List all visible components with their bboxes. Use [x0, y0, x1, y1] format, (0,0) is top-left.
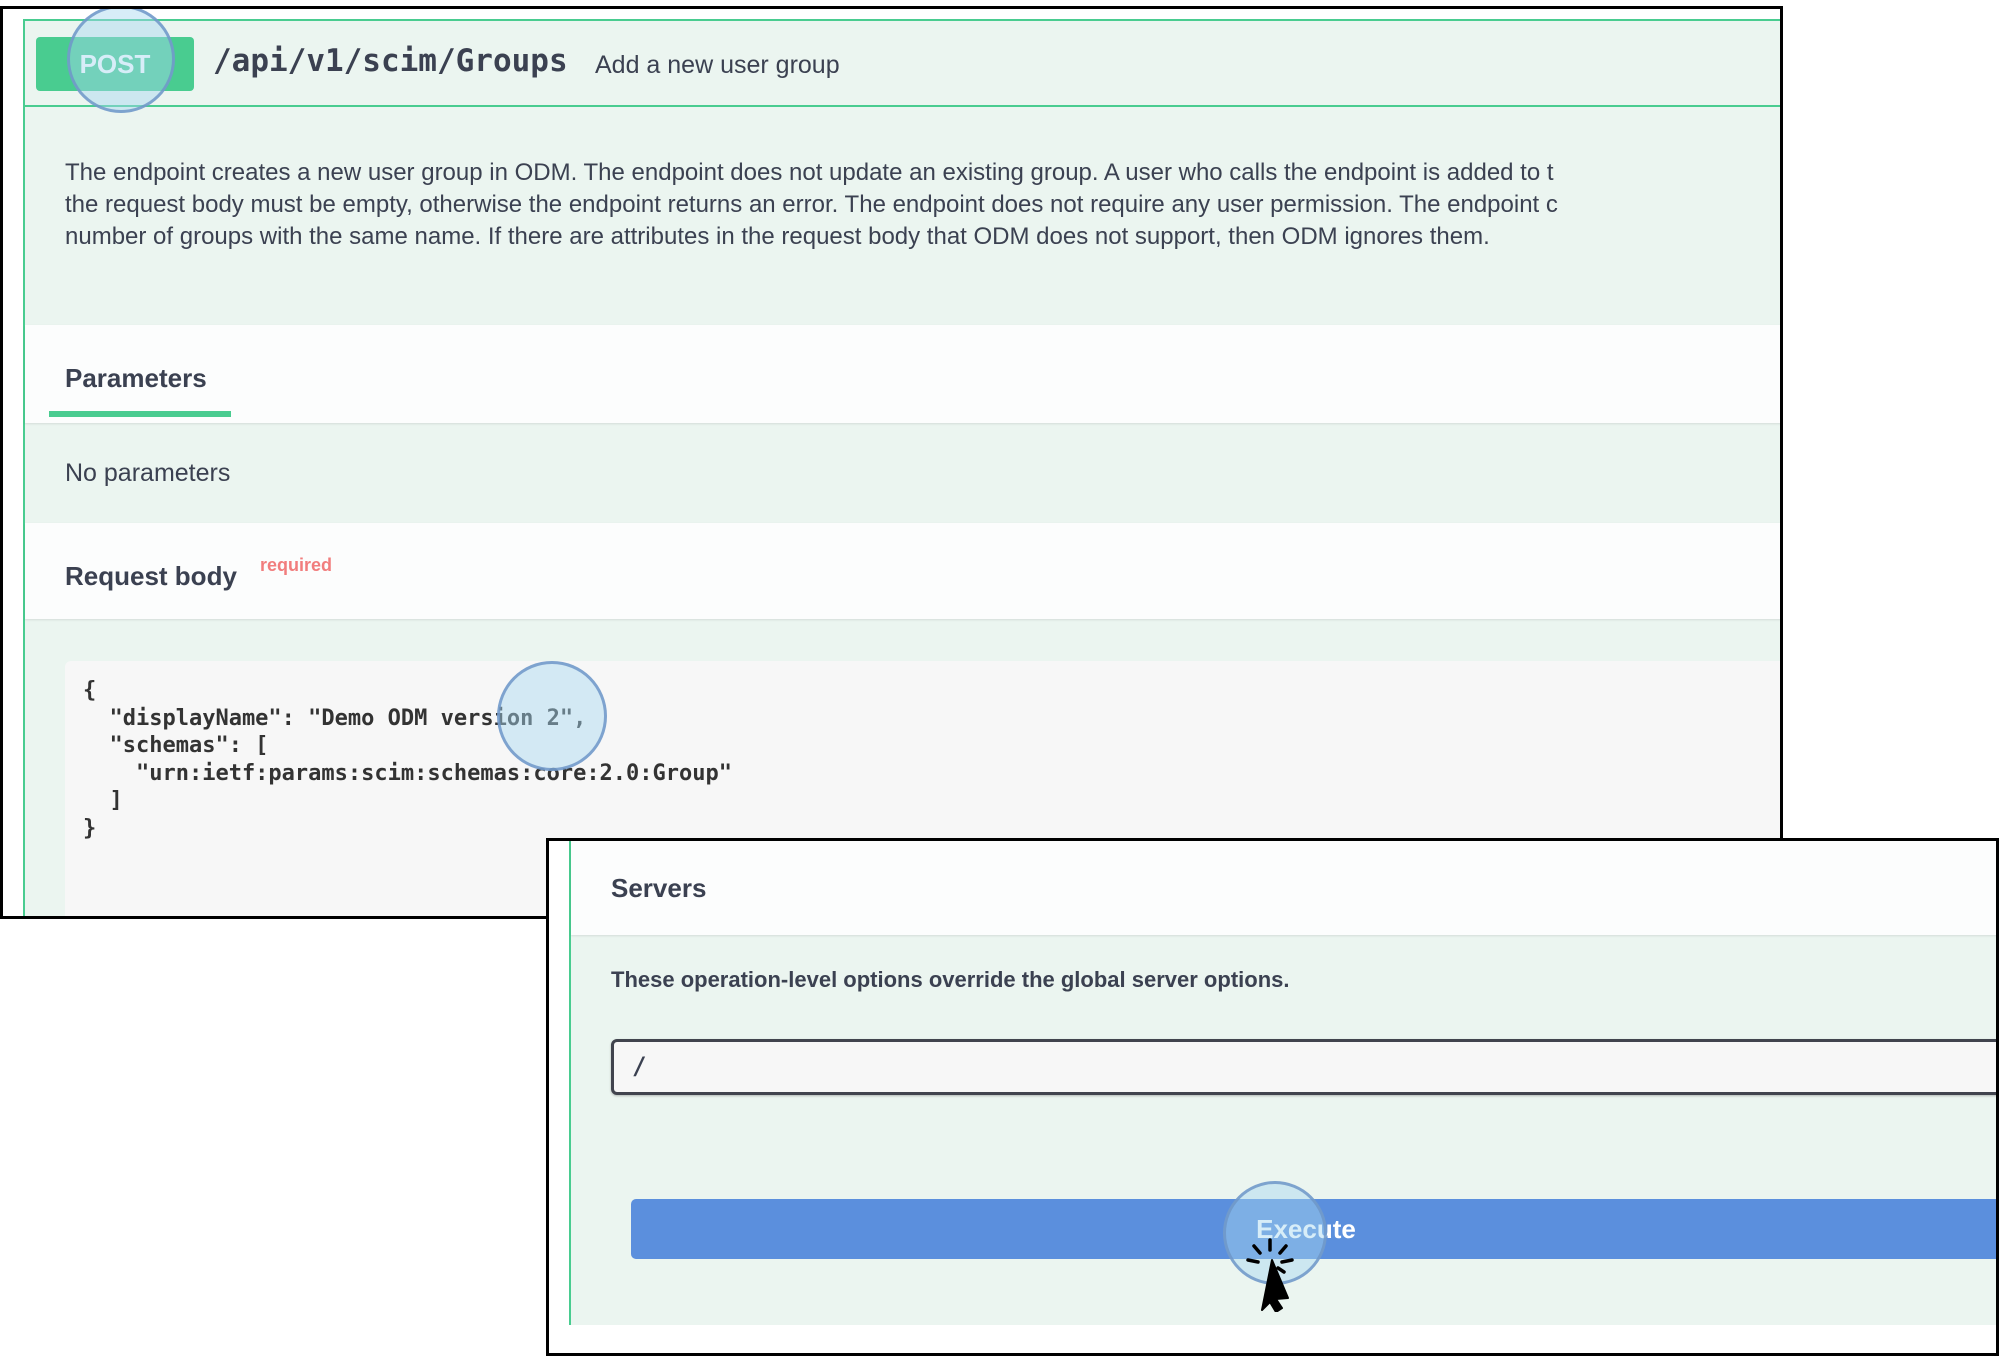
code-line: "schemas": [: [83, 733, 269, 758]
click-highlight-code: [497, 661, 607, 771]
parameters-section-header: Parameters: [25, 325, 1780, 423]
required-marker: required: [260, 555, 333, 575]
description-line: The endpoint creates a new user group in…: [65, 159, 1554, 186]
servers-note: These operation-level options override t…: [611, 967, 1290, 992]
code-line: "urn:ietf:params:scim:schemas:core:2.0:G…: [83, 760, 733, 786]
no-parameters-text: No parameters: [65, 459, 231, 487]
servers-section-header: Servers: [571, 841, 1996, 935]
top-screenshot-panel: POST /api/v1/scim/Groups Add a new user …: [0, 6, 1783, 919]
description-line: the request body must be empty, otherwis…: [65, 191, 1558, 218]
tab-parameters[interactable]: Parameters: [65, 363, 207, 394]
endpoint-summary: Add a new user group: [595, 51, 840, 79]
code-line: ]: [83, 788, 123, 813]
post-opblock: POST /api/v1/scim/Groups Add a new user …: [23, 19, 1780, 916]
server-select-value: /: [632, 1052, 647, 1080]
click-highlight-method: [67, 9, 175, 113]
description-line: number of groups with the same name. If …: [65, 223, 1490, 250]
pointer-cursor-icon: [1246, 1238, 1294, 1312]
endpoint-path: /api/v1/scim/Groups: [213, 43, 568, 79]
active-tab-underline: [49, 411, 231, 417]
server-select[interactable]: /: [611, 1039, 1996, 1095]
request-body-title: Request body: [65, 561, 237, 591]
code-line: }: [83, 815, 97, 841]
endpoint-description: The endpoint creates a new user group in…: [65, 157, 1780, 253]
servers-title: Servers: [611, 873, 707, 903]
code-line: {: [83, 678, 97, 703]
request-body-code[interactable]: { "displayName": "Demo ODM version 2", "…: [83, 677, 732, 842]
opblock-summary[interactable]: POST /api/v1/scim/Groups Add a new user …: [25, 21, 1780, 107]
